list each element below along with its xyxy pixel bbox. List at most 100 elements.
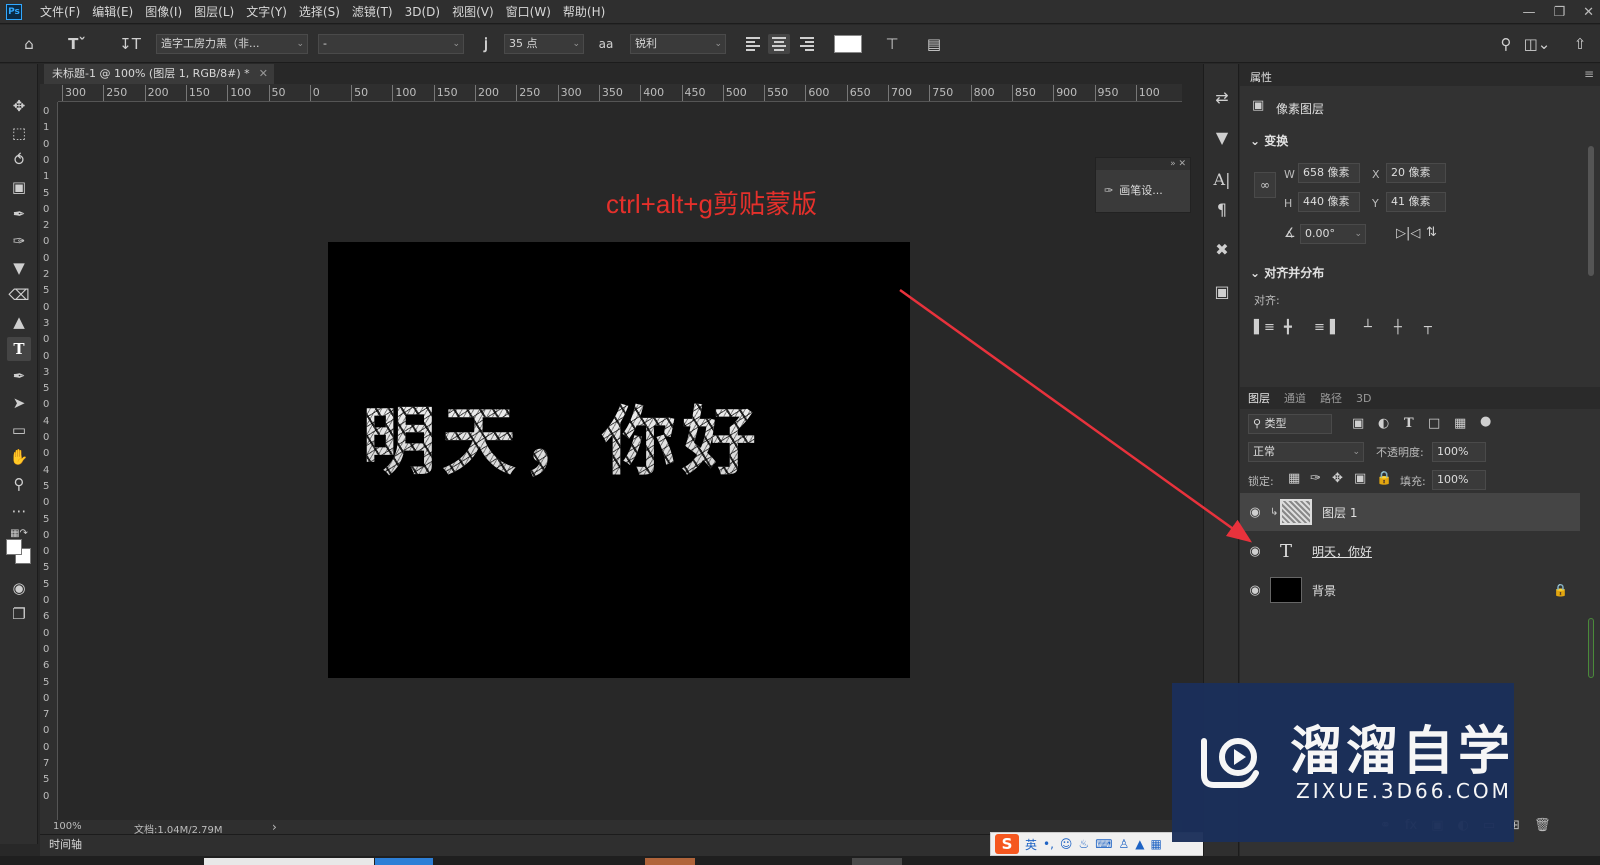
paint-bucket-tool-icon[interactable]: ▲ (7, 310, 31, 334)
tool-presets-icon[interactable]: ✖ (1210, 238, 1234, 262)
align-top-edges-icon[interactable]: ┴ (1364, 320, 1372, 335)
layers-scrollbar[interactable] (1588, 618, 1594, 678)
ruler-origin[interactable] (40, 84, 58, 102)
ime-language-mode[interactable]: 英 (1025, 836, 1037, 853)
eraser-tool-icon[interactable]: ⌫ (7, 283, 31, 307)
rectangle-tool-icon[interactable]: ▭ (7, 418, 31, 442)
taskbar-item[interactable] (204, 858, 374, 865)
tab-channels[interactable]: 通道 (1284, 390, 1306, 406)
path-select-tool-icon[interactable]: ➤ (7, 391, 31, 415)
angle-field[interactable]: 0.00° ⌄ (1300, 224, 1366, 244)
taskbar-item[interactable] (852, 858, 902, 865)
libraries-icon[interactable]: ▣ (1210, 280, 1234, 304)
layer-name[interactable]: 图层 1 (1322, 504, 1357, 521)
layer-name[interactable]: 背景 (1312, 582, 1336, 599)
vertical-ruler[interactable]: 0 1 0 0 1 5 0 2 0 0 2 5 0 3 0 0 3 5 0 4 0 0 4 5 0 5 0 0 5 5 0 6 0 0 6 5 0 7 0 0… (40, 102, 58, 820)
font-size-field[interactable]: 35 点 ⌄ (504, 34, 584, 54)
keyboard-icon[interactable]: ⌨ (1095, 837, 1112, 851)
panel-menu-icon[interactable]: ≡ (1584, 67, 1594, 81)
align-right-button[interactable] (796, 34, 818, 54)
filter-smart-object-icon[interactable]: ▦ (1454, 416, 1466, 431)
character-icon[interactable]: A| (1210, 168, 1234, 192)
share-icon[interactable]: ⇧ (1568, 34, 1592, 54)
document-canvas[interactable]: 明天，你好 (328, 242, 910, 678)
status-expand-icon[interactable]: › (272, 820, 277, 834)
align-vertical-centers-icon[interactable]: ┼ (1394, 320, 1402, 335)
history-icon[interactable]: ⇄ (1210, 86, 1234, 110)
filter-shape-icon[interactable]: □ (1428, 416, 1440, 431)
pen-tool-icon[interactable]: ✒ (7, 364, 31, 388)
toggle-text-orientation-icon[interactable]: ↧T (118, 34, 142, 54)
menu-layer[interactable]: 图层(L) (188, 0, 240, 24)
punctuation-icon[interactable]: •, (1043, 837, 1054, 851)
height-field[interactable]: 440 像素 (1298, 192, 1360, 212)
panel-collapse-icon[interactable]: » ✕ (1096, 158, 1190, 170)
opacity-field[interactable]: 100% (1432, 442, 1486, 462)
restore-icon[interactable]: ❐ (1553, 5, 1565, 20)
visibility-eye-icon[interactable]: ◉ (1240, 505, 1270, 520)
object-select-tool-icon[interactable]: ▣ (7, 175, 31, 199)
warp-text-icon[interactable]: ⊤ (880, 34, 904, 54)
clone-source-icon[interactable]: ▼ (1210, 126, 1234, 150)
antialias-select[interactable]: 锐利 ⌄ (630, 34, 726, 54)
layer-row-text[interactable]: ◉ T 明天，你好 (1240, 532, 1580, 570)
font-family-select[interactable]: 造字工房力黑（非... ⌄ (156, 34, 308, 54)
sogou-logo-icon[interactable]: S (995, 834, 1019, 854)
align-left-button[interactable] (742, 34, 764, 54)
close-tab-icon[interactable]: ✕ (259, 64, 268, 84)
filter-pixel-icon[interactable]: ▣ (1352, 416, 1364, 431)
align-left-edges-icon[interactable]: ▌≡ (1254, 320, 1275, 335)
lasso-tool-icon[interactable]: ⥀ (7, 148, 31, 172)
taskbar-item[interactable] (375, 858, 433, 865)
text-color-swatch[interactable] (834, 35, 862, 53)
transform-section[interactable]: ⌄ 变换 (1250, 132, 1288, 149)
align-distribute-section[interactable]: ⌄ 对齐并分布 (1250, 264, 1324, 281)
move-tool-icon[interactable]: ✥ (7, 94, 31, 118)
quick-mask-icon[interactable]: ◉ (7, 576, 31, 600)
layer-row-layer1[interactable]: ◉ ↳ 图层 1 (1240, 493, 1580, 531)
tab-3d[interactable]: 3D (1356, 392, 1371, 405)
tab-layers[interactable]: 图层 (1248, 390, 1270, 406)
menu-3d[interactable]: 3D(D) (399, 0, 446, 24)
screen-mode-icon[interactable]: ❐ (7, 602, 31, 626)
eyedropper-tool-icon[interactable]: ✒ (7, 202, 31, 226)
filter-type-icon[interactable]: T (1404, 416, 1414, 431)
font-style-select[interactable]: - ⌄ (318, 34, 464, 54)
toolbox-icon[interactable]: ▦ (1151, 837, 1162, 851)
character-panel-icon[interactable]: ▤ (922, 34, 946, 54)
minimize-icon[interactable]: — (1522, 5, 1535, 20)
menu-view[interactable]: 视图(V) (446, 0, 500, 24)
layer-name[interactable]: 明天，你好 (1312, 543, 1372, 560)
brush-settings-item[interactable]: ✑ 画笔设... (1104, 182, 1163, 198)
flip-horizontal-icon[interactable]: ▷|◁ (1396, 226, 1420, 241)
lock-image-icon[interactable]: ✑ (1310, 471, 1321, 486)
zoom-level[interactable]: 100% (53, 821, 82, 832)
align-bottom-edges-icon[interactable]: ┬ (1424, 320, 1432, 335)
properties-title[interactable]: 属性 (1250, 69, 1272, 85)
blend-mode-select[interactable]: 正常 ⌄ (1248, 442, 1364, 462)
fill-field[interactable]: 100% (1432, 470, 1486, 490)
menu-window[interactable]: 窗口(W) (500, 0, 557, 24)
foreground-color-swatch[interactable] (6, 539, 22, 555)
delete-layer-icon[interactable]: 🗑 (1534, 818, 1551, 833)
menu-file[interactable]: 文件(F) (34, 0, 86, 24)
workspace-icon[interactable]: ◫⌄ (1522, 34, 1552, 54)
emoji-icon[interactable]: ☺ (1060, 837, 1073, 851)
link-icon[interactable]: ∞ (1254, 172, 1276, 198)
hand-tool-icon[interactable]: ✋ (7, 445, 31, 469)
home-icon[interactable]: ⌂ (18, 34, 40, 54)
more-tools-icon[interactable]: ⋯ (7, 499, 31, 523)
visibility-eye-icon[interactable]: ◉ (1240, 583, 1270, 598)
paragraph-icon[interactable]: ¶ (1210, 198, 1234, 222)
align-right-edges-icon[interactable]: ≡▐ (1314, 320, 1335, 335)
menu-select[interactable]: 选择(S) (293, 0, 346, 24)
taskbar-item[interactable] (645, 858, 695, 865)
marquee-tool-icon[interactable]: ⬚ (7, 121, 31, 145)
align-horizontal-centers-icon[interactable]: ╋ (1284, 320, 1292, 335)
properties-scrollbar[interactable] (1588, 146, 1594, 276)
user-icon[interactable]: ♙ (1119, 837, 1130, 851)
brush-tool-icon[interactable]: ✑ (7, 229, 31, 253)
filter-toggle-icon[interactable]: ● (1480, 414, 1491, 429)
document-tab[interactable]: 未标题-1 @ 100% (图层 1, RGB/8#) * ✕ (44, 64, 274, 84)
align-center-button[interactable] (768, 34, 790, 54)
